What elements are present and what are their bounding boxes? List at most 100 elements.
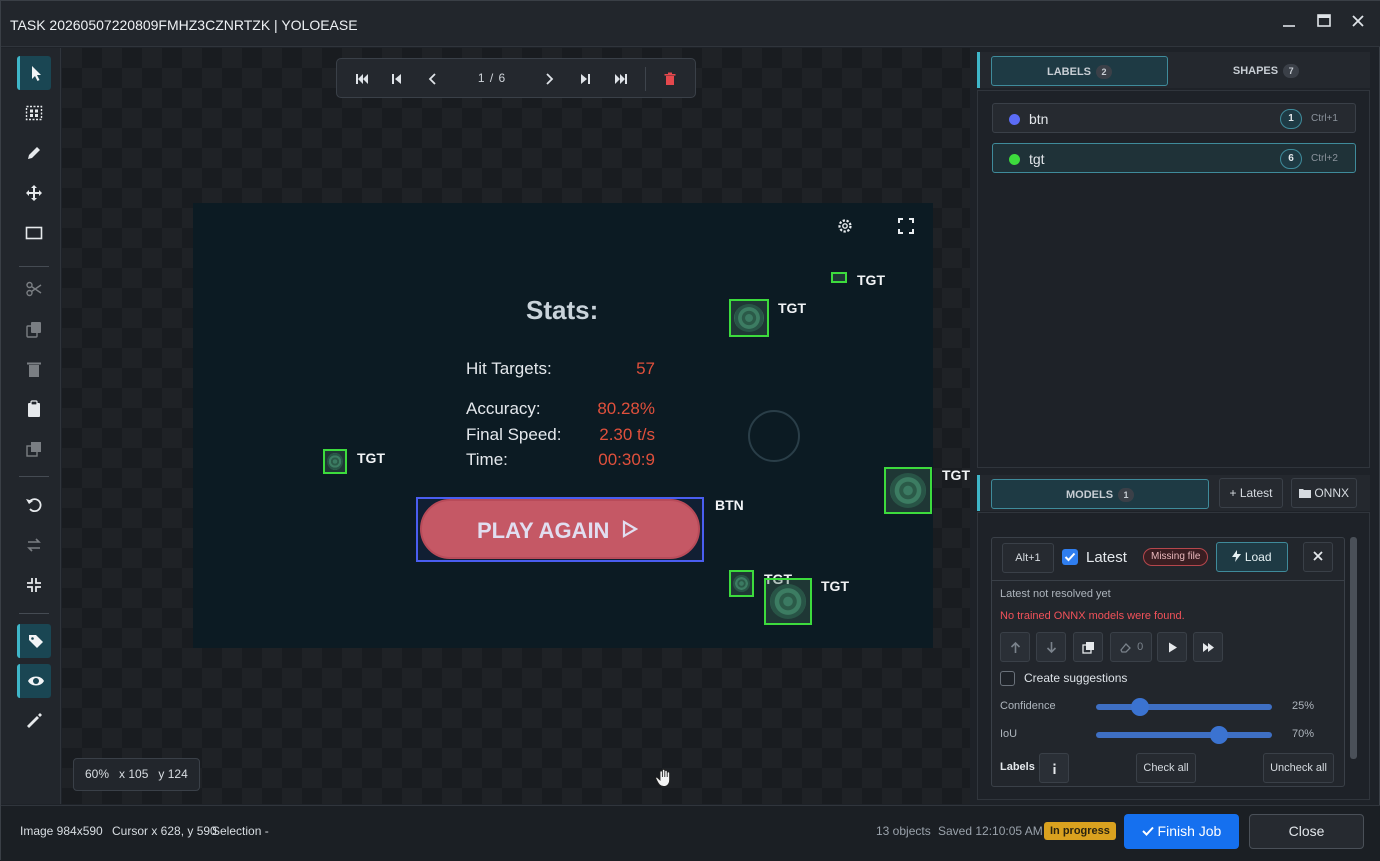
run-icon[interactable] (1157, 632, 1187, 662)
check-all-button[interactable]: Check all (1136, 753, 1196, 783)
saved-time: Saved 12:10:05 AM (938, 824, 1043, 838)
finish-job-button[interactable]: Finish Job (1124, 814, 1239, 849)
status-badge: In progress (1044, 822, 1116, 840)
confidence-label: Confidence (1000, 700, 1056, 712)
label-tag-icon[interactable] (17, 624, 51, 658)
close-window-icon[interactable] (1346, 13, 1370, 37)
first-page-icon[interactable] (352, 69, 372, 89)
stat-value: 00:30:9 (598, 450, 655, 469)
eye-icon[interactable] (17, 664, 51, 698)
trash-icon[interactable] (17, 352, 51, 386)
run-all-icon[interactable] (1193, 632, 1223, 662)
last-page-icon[interactable] (611, 69, 631, 89)
move-tool-icon[interactable] (17, 176, 51, 210)
image-navigator: 1 / 6 (336, 58, 696, 98)
bbox-tgt[interactable] (764, 578, 812, 625)
redo-icon[interactable] (17, 528, 51, 562)
iou-label: IoU (1000, 728, 1018, 740)
label-item-btn[interactable]: btn 1 Ctrl+1 (992, 103, 1356, 133)
bbox-tgt[interactable] (729, 299, 769, 337)
title-bar: TASK 20260507220809FMHZ3CZNRTZK | YOLOEA… (1, 1, 1380, 47)
next-icon[interactable] (539, 69, 559, 89)
model-name: Latest (1086, 549, 1127, 566)
cursor-y: y 124 (158, 767, 188, 781)
label-count: 6 (1280, 149, 1302, 169)
select-tool-icon[interactable] (17, 56, 51, 90)
scrollbar[interactable] (1350, 537, 1357, 759)
copy-icon[interactable] (17, 312, 51, 346)
labels-list: btn 1 Ctrl+1 tgt 6 Ctrl+2 (977, 90, 1370, 468)
model-enabled-checkbox[interactable] (1062, 549, 1078, 565)
bbox-label: TGT (942, 467, 970, 483)
stat-value: 80.28% (597, 399, 655, 418)
erase-counter[interactable]: 0 (1110, 632, 1152, 662)
label-shortcut: Ctrl+1 (1311, 113, 1338, 124)
ruler-icon[interactable] (17, 704, 51, 738)
fit-screen-icon[interactable] (17, 568, 51, 602)
fullscreen-icon (898, 218, 914, 234)
delete-image-icon[interactable] (660, 69, 680, 89)
remove-model-button[interactable] (1303, 542, 1333, 572)
gear-icon (838, 219, 852, 233)
erase-count: 0 (1137, 641, 1144, 653)
prev-chunk-icon[interactable] (387, 69, 407, 89)
pencil-tool-icon[interactable] (17, 136, 51, 170)
duplicate-icon[interactable] (17, 432, 51, 466)
bbox-btn[interactable] (416, 497, 704, 562)
tab-shapes[interactable]: SHAPES 7 (1173, 56, 1359, 86)
minimize-icon[interactable] (1277, 13, 1301, 37)
iou-value: 70% (1292, 728, 1315, 740)
stats-title: Stats: (526, 295, 599, 325)
multi-select-tool-icon[interactable] (17, 96, 51, 130)
stat-label: Accuracy: (466, 399, 541, 418)
bbox-label: TGT (857, 272, 885, 288)
shapes-count: 7 (1283, 64, 1300, 78)
label-count: 1 (1280, 109, 1302, 129)
bbox-label: TGT (821, 578, 849, 594)
tab-models[interactable]: MODELS 1 (991, 479, 1209, 509)
annotated-image[interactable]: Stats: Hit Targets: 57 Accuracy: 80.28% … (193, 203, 970, 648)
scissors-icon[interactable] (17, 272, 51, 306)
move-up-icon[interactable] (1000, 632, 1030, 662)
label-name: btn (1029, 111, 1049, 127)
folder-icon (1298, 489, 1311, 498)
maximize-icon[interactable] (1312, 13, 1336, 37)
copy-model-icon[interactable] (1073, 632, 1103, 662)
close-icon (1313, 551, 1323, 561)
labels-count: 2 (1096, 65, 1112, 79)
bbox-tgt[interactable] (831, 272, 847, 283)
confidence-slider[interactable] (1096, 698, 1272, 716)
open-onnx-button[interactable]: ONNX (1291, 478, 1357, 508)
undo-icon[interactable] (17, 488, 51, 522)
confidence-slider-handle[interactable] (1131, 698, 1149, 716)
add-latest-button[interactable]: + Latest (1219, 478, 1283, 508)
missing-file-badge: Missing file (1143, 548, 1209, 566)
iou-slider-handle[interactable] (1210, 726, 1229, 744)
crosshair-circle (748, 410, 800, 462)
move-down-icon[interactable] (1036, 632, 1066, 662)
label-item-tgt[interactable]: tgt 6 Ctrl+2 (992, 143, 1356, 173)
objects-count: 13 objects (876, 824, 931, 838)
bbox-tgt[interactable] (884, 467, 932, 514)
stat-label: Final Speed: (466, 425, 562, 444)
bbox-tgt[interactable] (729, 570, 754, 597)
prev-icon[interactable] (423, 69, 443, 89)
info-icon[interactable] (1039, 753, 1069, 783)
create-suggestions-checkbox[interactable] (1000, 671, 1015, 686)
next-chunk-icon[interactable] (575, 69, 595, 89)
page-indicator: 1 / 6 (477, 71, 507, 85)
annotation-canvas[interactable]: 1 / 6 Stats: Hit Targets: 57 Accuracy: 8… (62, 48, 970, 804)
load-model-button[interactable]: Load (1216, 542, 1288, 572)
paste-icon[interactable] (17, 392, 51, 426)
label-color-dot (1009, 114, 1020, 125)
uncheck-all-button[interactable]: Uncheck all (1263, 753, 1334, 783)
iou-slider[interactable] (1096, 726, 1272, 744)
close-button[interactable]: Close (1249, 814, 1364, 849)
tab-labels[interactable]: LABELS 2 (991, 56, 1168, 86)
rectangle-tool-icon[interactable] (17, 216, 51, 250)
models-count: 1 (1118, 488, 1135, 502)
label-name: tgt (1029, 151, 1045, 167)
stat-value: 2.30 t/s (599, 425, 655, 444)
bbox-tgt[interactable] (323, 449, 347, 474)
bbox-label: TGT (778, 300, 806, 316)
